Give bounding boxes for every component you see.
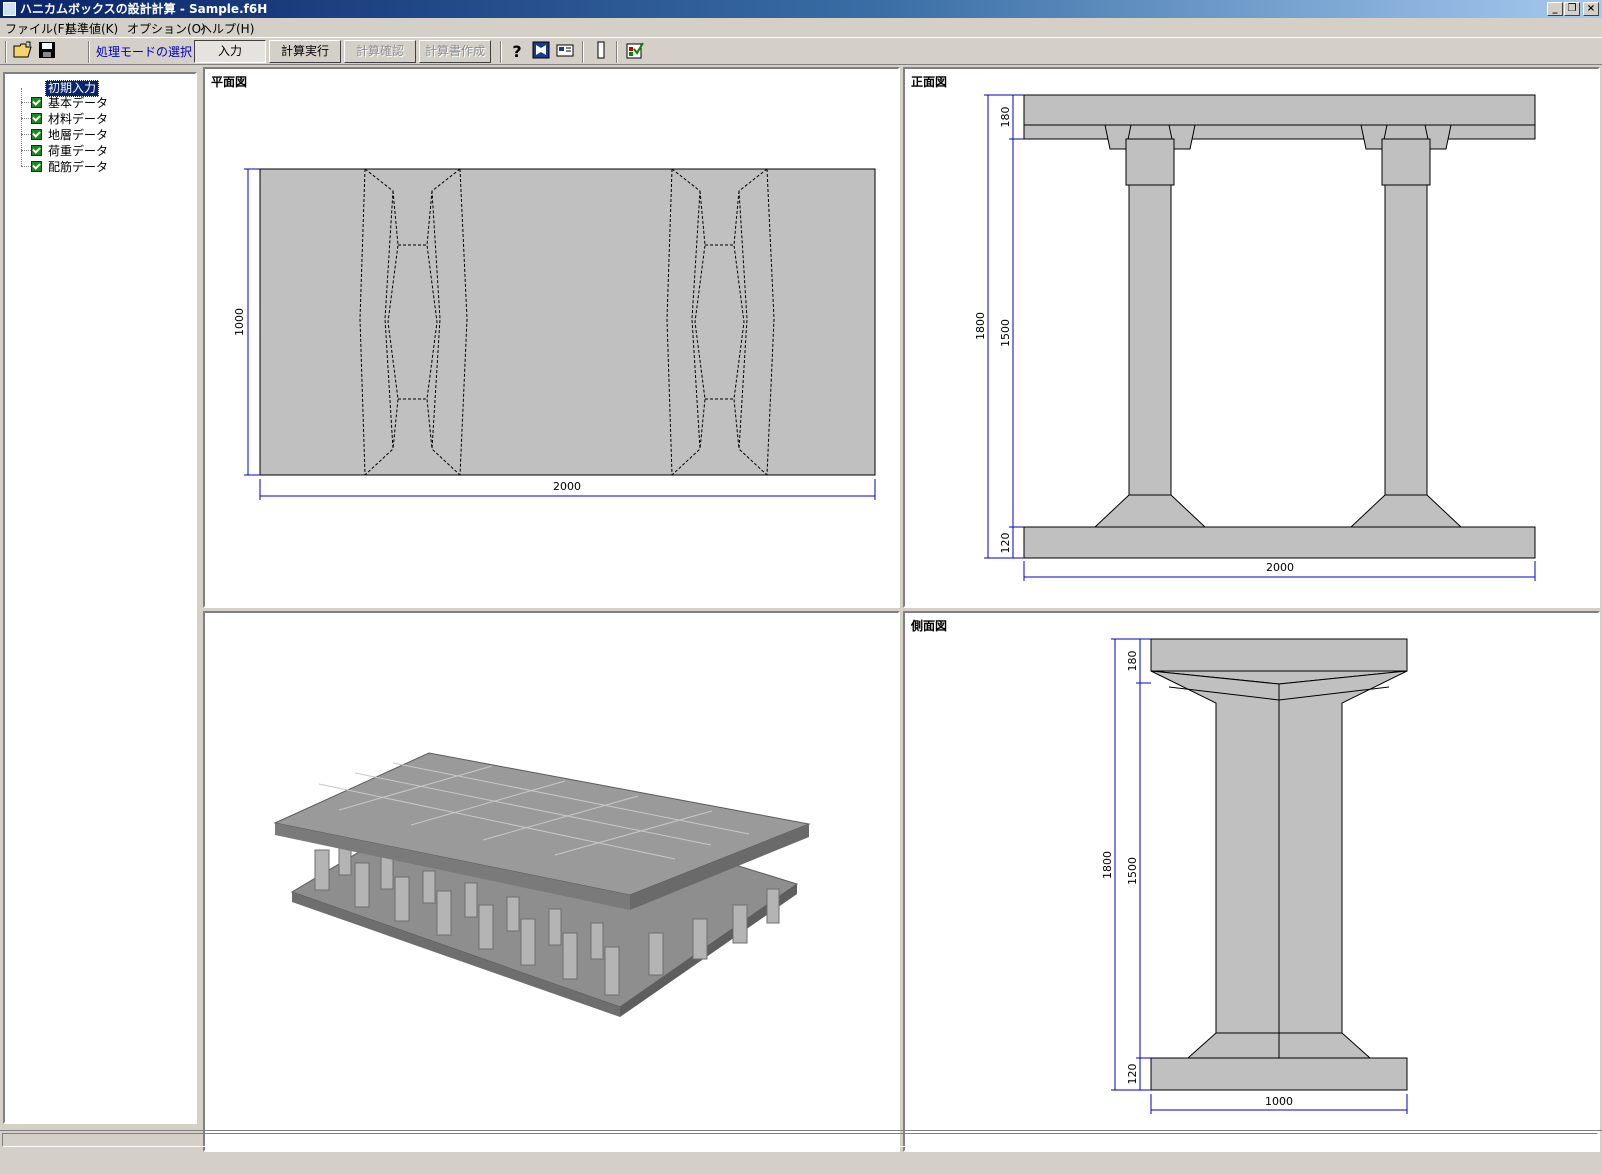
menu-standard-values[interactable]: 基準値(K) [65,20,118,37]
side-total-height-dim: 1800 [1101,851,1114,879]
front-mid-dim: 1500 [999,319,1012,347]
menu-bar: ファイル(F) 基準値(K) オプション(O) ヘルプ(H) [0,18,1602,37]
tree-connector [21,150,31,151]
tree-item-rebar-data[interactable]: 配筋データ [31,160,108,174]
checked-icon [31,129,42,140]
toolbar-separator [582,41,584,63]
minimize-icon[interactable]: _ [1547,2,1563,16]
tree-connector [21,102,31,103]
toolbar-separator [88,41,90,63]
checked-icon [31,97,42,108]
front-dimensions [984,94,1536,581]
toolbar-separator [616,41,618,63]
app-icon [3,2,16,16]
toolbar: 処理モードの選択 入力 計算実行 計算確認 計算書作成 ? [0,37,1602,65]
front-view-panel: 正面図 2000 1800 180 1500 120 [903,67,1600,608]
mode-select-label: 処理モードの選択 [96,45,193,59]
tree-connector [21,118,31,119]
side-top-dim: 180 [1126,651,1139,672]
three-d-view-drawing [273,752,811,1017]
toolbar-separator [500,41,502,63]
plan-width-dim: 2000 [553,480,581,493]
tree-connector [21,88,22,166]
plan-view-panel: 平面図 2000 1000 [203,67,900,608]
open-folder-icon[interactable] [12,41,34,63]
checked-icon [31,113,42,124]
tree-item-label: 材料データ [48,112,109,126]
report-button[interactable]: 計算書作成 [419,40,491,63]
menu-file[interactable]: ファイル(F) [5,20,69,37]
input-tree-panel: 初期入力 基本データ 材料データ 地層データ 荷重データ 配筋データ [3,72,197,1124]
tree-item-label: 地層データ [48,128,109,142]
three-d-view-panel [203,611,900,1152]
calc-run-button[interactable]: 計算実行 [269,40,341,63]
tree-item-basic-data[interactable]: 基本データ [31,96,108,110]
tree-item-label: 荷重データ [48,144,109,158]
plan-view-drawing: 2000 1000 [233,168,876,500]
side-mid-dim: 1500 [1126,857,1139,885]
tree-item-load-data[interactable]: 荷重データ [31,144,108,158]
settings-check-icon[interactable] [624,41,646,63]
front-view-drawing: 2000 1800 180 1500 120 [974,94,1536,581]
menu-options[interactable]: オプション(O) [127,20,206,37]
calc-check-button[interactable]: 計算確認 [344,40,416,63]
input-mode-button[interactable]: 入力 [194,40,266,63]
info-card-icon[interactable] [554,41,576,63]
help-icon[interactable]: ? [506,41,528,63]
tree-connector [21,134,31,135]
side-bottom-dim: 120 [1126,1064,1139,1085]
side-view-drawing: 1000 1800 180 1500 120 [1101,638,1408,1114]
ruler-icon[interactable] [590,41,612,63]
side-view-panel: 側面図 1000 1800 180 1500 120 [903,611,1600,1152]
tree-item-label: 配筋データ [48,160,109,174]
tree-item-material-data[interactable]: 材料データ [31,112,108,126]
checked-icon [31,145,42,156]
front-structure [1023,94,1536,559]
title-bar: ハニカムボックスの設計計算 - Sample.f6H _ ❐ × [0,0,1602,18]
plan-slab [259,168,876,476]
checked-icon [31,161,42,172]
manual-book-icon[interactable] [530,41,552,63]
window-title: ハニカムボックスの設計計算 - Sample.f6H [20,2,268,16]
menu-help[interactable]: ヘルプ(H) [200,20,254,37]
front-width-dim: 2000 [1266,561,1294,574]
tree-item-strata-data[interactable]: 地層データ [31,128,108,142]
plan-height-dim: 1000 [233,308,246,336]
tree-item-label: 基本データ [48,96,109,110]
restore-icon[interactable]: ❐ [1564,2,1580,16]
status-bar [0,1130,1602,1149]
close-icon[interactable]: × [1583,2,1599,16]
front-top-dim: 180 [999,107,1012,128]
status-field [2,1133,1598,1147]
front-bottom-dim: 120 [999,533,1012,554]
side-structure [1150,638,1408,1091]
save-icon[interactable] [36,41,58,63]
toolbar-grip [5,41,7,63]
front-total-height-dim: 1800 [974,312,987,340]
side-width-dim: 1000 [1265,1095,1293,1108]
tree-connector [21,166,31,167]
tree-root-initial-input[interactable]: 初期入力 [45,80,100,97]
